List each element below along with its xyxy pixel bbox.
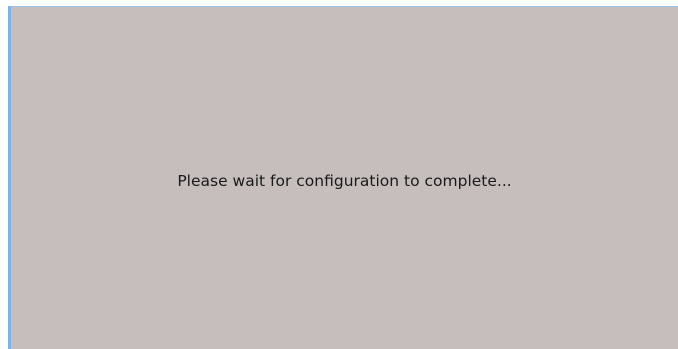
wait-message: Please wait for configuration to complet…: [177, 172, 512, 190]
configuration-wait-dialog: Please wait for configuration to complet…: [8, 6, 678, 349]
